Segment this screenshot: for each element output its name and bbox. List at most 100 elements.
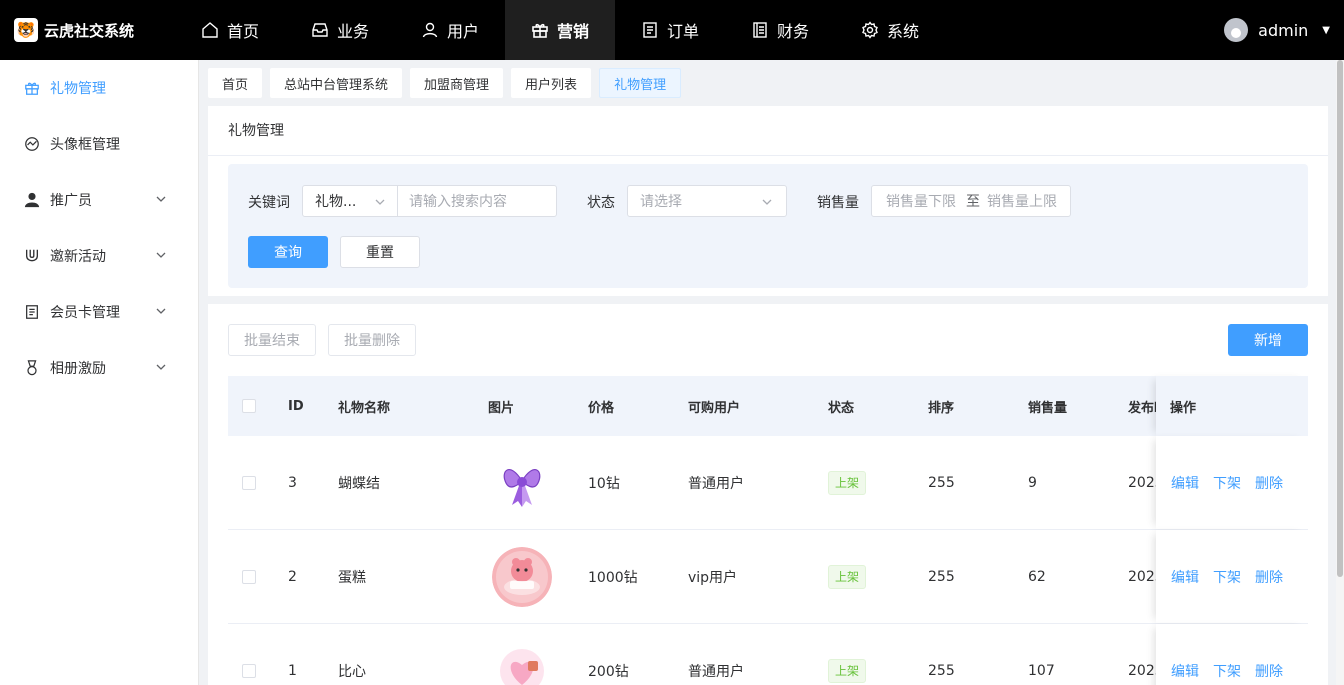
gift-image-bow[interactable] [492,452,552,513]
sidebar-item-label: 推广员 [50,193,92,209]
nav-item-system[interactable]: 系统 [835,0,945,60]
tags-view: 首页 总站中台管理系统 加盟商管理 用户列表 礼物管理 [208,68,689,98]
main-nav: 首页 业务 用户 营销 订单 财务 系统 [175,0,945,60]
column-header[interactable]: 销售量 [1028,376,1067,436]
query-button[interactable]: 查询 [248,236,328,268]
medal-icon [27,360,37,376]
app-title: 云虎社交系统 [44,21,135,40]
column-header[interactable]: 礼物名称 [338,376,390,436]
chevron-down-icon [762,199,772,205]
column-header: 操作 [1170,400,1197,416]
table-panel: 批量结束 批量删除 新增 ID 礼物名称 图片 价格 可购用户 状态 排序 销售… [208,304,1328,685]
offline-link[interactable]: 下架 [1213,661,1241,681]
gift-image-heart[interactable] [492,640,552,685]
status-badge: 上架 [828,470,867,495]
nav-label: 营销 [556,22,589,41]
avatar [1224,18,1249,42]
chevron-down-icon [156,364,166,370]
select-all-checkbox[interactable] [242,399,256,413]
document-icon [643,22,657,38]
nav-label: 首页 [226,22,259,41]
gift-image-cake[interactable] [492,546,552,607]
cell-name: 比心 [338,663,366,680]
ledger-icon [753,22,767,38]
user-name: admin [1258,20,1309,40]
page-scrollbar[interactable] [1336,60,1344,685]
sidebar-item-invite[interactable]: 邀新活动 [0,228,198,284]
batch-end-button[interactable]: 批量结束 [228,324,316,356]
sidebar-item-promoter[interactable]: 推广员 [0,172,198,228]
reset-button[interactable]: 重置 [340,236,420,268]
status-select[interactable]: 请选择 [627,185,787,217]
tab-franchise[interactable]: 加盟商管理 [410,68,504,98]
cell-sort: 255 [928,568,955,585]
column-header[interactable]: 可购用户 [688,376,740,436]
nav-item-orders[interactable]: 订单 [615,0,725,60]
chevron-down-icon [156,196,166,202]
sales-label: 销售量 [817,195,859,211]
frame-icon [25,137,39,151]
app-logo[interactable]: 🐯 云虎社交系统 [0,18,175,42]
sidebar-item-avatar-frame[interactable]: 头像框管理 [0,116,198,172]
delete-link[interactable]: 删除 [1255,473,1283,493]
cell-name: 蝴蝶结 [338,475,380,492]
cell-sort: 255 [928,662,955,679]
cell-users: vip用户 [688,569,738,586]
tab-home[interactable]: 首页 [208,68,263,98]
keyword-input[interactable]: 请输入搜索内容 [397,185,557,217]
keyword-type-select[interactable]: 礼物... [302,185,398,217]
status-badge: 上架 [828,658,867,683]
sales-max-input[interactable]: 销售量上限 [987,191,1057,211]
cell-sales: 107 [1028,662,1055,679]
row-checkbox[interactable] [242,663,256,678]
nav-item-user[interactable]: 用户 [395,0,505,60]
gift-icon [25,82,39,95]
table-row: 1 比心 200钻 普通用户 上架 255 107 2025 编辑 下架 删除 [228,624,1308,685]
column-header[interactable]: 图片 [488,376,514,436]
offline-link[interactable]: 下架 [1213,567,1241,587]
user-menu[interactable]: admin ▼ [1224,0,1330,60]
nav-item-marketing[interactable]: 营销 [505,0,615,60]
sidebar: 礼物管理 头像框管理 推广员 邀新活动 会员卡管理 相册激励 [0,60,199,685]
nav-label: 财务 [776,22,809,41]
offline-link[interactable]: 下架 [1213,473,1241,493]
sales-min-input[interactable]: 销售量下限 [886,191,956,211]
nav-item-business[interactable]: 业务 [285,0,395,60]
inbox-icon [312,23,328,37]
row-checkbox[interactable] [242,475,256,490]
card-icon [26,305,38,319]
nav-item-home[interactable]: 首页 [175,0,285,60]
sidebar-item-album-reward[interactable]: 相册激励 [0,340,198,396]
column-header[interactable]: 状态 [828,376,854,436]
table-row: 2 蛋糕 1000钻 vip用户 上架 255 62 2025 编辑 下架 删除 [228,530,1308,624]
sales-range-input[interactable]: 销售量下限 至 销售量上限 [871,185,1071,217]
edit-link[interactable]: 编辑 [1171,567,1199,587]
tab-gift-management[interactable]: 礼物管理 [599,68,682,98]
status-placeholder: 请选择 [640,194,682,210]
column-header[interactable]: 排序 [928,376,954,436]
sidebar-item-gift[interactable]: 礼物管理 [0,60,198,116]
tab-hq-admin[interactable]: 总站中台管理系统 [270,68,403,98]
column-header[interactable]: 价格 [588,376,614,436]
gift-icon [532,23,548,38]
home-icon [202,22,218,38]
cell-price: 1000钻 [588,569,638,586]
edit-link[interactable]: 编辑 [1171,473,1199,493]
tiger-logo-icon: 🐯 [14,18,38,42]
delete-link[interactable]: 删除 [1255,661,1283,681]
keyword-placeholder: 请输入搜索内容 [409,194,507,210]
delete-link[interactable]: 删除 [1255,567,1283,587]
keyword-label: 关键词 [248,195,290,211]
nav-item-finance[interactable]: 财务 [725,0,835,60]
column-header[interactable]: ID [288,376,304,436]
sidebar-item-member-card[interactable]: 会员卡管理 [0,284,198,340]
edit-link[interactable]: 编辑 [1171,661,1199,681]
scrollbar-thumb[interactable] [1337,60,1343,577]
add-button[interactable]: 新增 [1228,324,1308,356]
top-navbar: 🐯 云虎社交系统 首页 业务 用户 营销 订单 财务 系统 admin ▼ [0,0,1344,60]
sidebar-item-label: 相册激励 [50,361,106,377]
batch-delete-button[interactable]: 批量删除 [328,324,416,356]
tab-user-list[interactable]: 用户列表 [511,68,592,98]
sidebar-item-label: 邀新活动 [50,249,106,265]
row-checkbox[interactable] [242,569,256,584]
